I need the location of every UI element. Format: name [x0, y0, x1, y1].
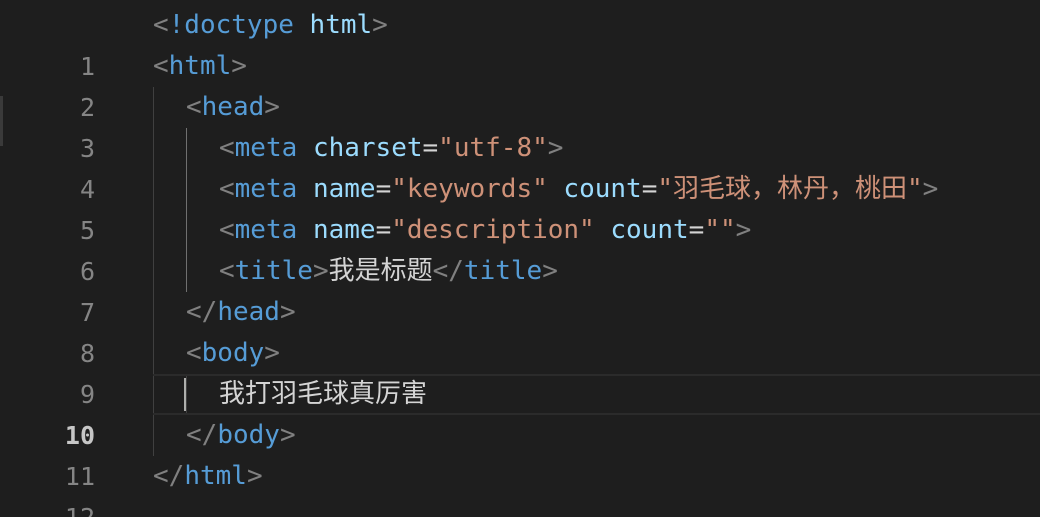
line-content: </html> [153, 456, 263, 497]
code-line[interactable]: 1 <!doctype html> [0, 5, 1040, 81]
code-line[interactable]: 9 <body> [0, 333, 1040, 409]
tag-name: title [463, 256, 543, 286]
tag-name: meta [234, 215, 298, 245]
tag-name: body [217, 420, 280, 450]
code-line[interactable]: 7 <title>我是标题</title> [0, 251, 1040, 327]
tag-name: html [168, 51, 232, 81]
code-line[interactable]: 11 </body> [0, 415, 1040, 491]
line-content: 我打羽毛球真厉害 [219, 376, 427, 413]
punctuation: > [264, 92, 280, 122]
line-content: <body> [186, 333, 280, 374]
line-content: <title>我是标题</title> [219, 251, 558, 292]
equals-sign: = [375, 215, 392, 245]
tag-name: meta [234, 174, 298, 204]
punctuation: </ [186, 297, 218, 327]
punctuation: < [186, 92, 202, 122]
line-content: <head> [186, 87, 280, 128]
attribute-name: count [610, 215, 689, 245]
punctuation: > [231, 51, 247, 81]
tag-name: html [184, 461, 247, 491]
attribute-name: name [312, 174, 376, 204]
punctuation: > [264, 338, 280, 368]
punctuation: > [279, 420, 296, 450]
tag-name: head [217, 297, 280, 327]
attribute-value: "" [704, 215, 736, 245]
code-line[interactable]: 12 </html> [0, 456, 1040, 517]
equals-sign: = [375, 174, 392, 204]
tag-name: body [201, 338, 265, 368]
punctuation: < [153, 10, 169, 40]
equals-sign: = [422, 133, 439, 163]
code-line[interactable]: 6 <meta name="description" count=""> [0, 210, 1040, 286]
tag-name: title [234, 256, 313, 286]
code-line[interactable]: 4 <meta charset="utf-8"> [0, 128, 1040, 204]
line-content: <meta charset="utf-8"> [219, 128, 563, 169]
punctuation: < [219, 256, 235, 286]
attribute-name: charset [312, 133, 423, 163]
punctuation: > [372, 10, 388, 40]
punctuation: > [312, 256, 329, 286]
code-line[interactable]: 2 <html> [0, 46, 1040, 122]
attribute-value: "羽毛球，林丹，桃田" [657, 174, 923, 204]
attribute-value: "utf-8" [438, 133, 548, 163]
punctuation: > [547, 133, 564, 163]
equals-sign: = [641, 174, 658, 204]
text-cursor [184, 378, 186, 411]
punctuation: </ [186, 420, 218, 450]
punctuation: > [922, 174, 939, 204]
punctuation: </ [153, 461, 185, 491]
attribute-name: count [563, 174, 642, 204]
code-line[interactable]: 3 <head> [0, 87, 1040, 163]
body-text: 我打羽毛球真厉害 [219, 379, 428, 409]
code-line[interactable]: 8 </head> [0, 292, 1040, 368]
current-code-line[interactable]: 我打羽毛球真厉害 [153, 374, 1040, 415]
punctuation: </ [432, 256, 464, 286]
punctuation: < [219, 215, 235, 245]
attribute-value: "keywords" [391, 174, 548, 204]
attribute-name: name [312, 215, 376, 245]
line-content: <html> [153, 46, 247, 87]
doctype-value: html [309, 10, 373, 40]
punctuation: > [542, 256, 558, 286]
tag-name: head [201, 92, 265, 122]
punctuation: < [219, 174, 235, 204]
line-number: 12 [0, 497, 95, 517]
line-number-row: 10 [0, 374, 140, 450]
code-line[interactable]: 5 <meta name="keywords" count="羽毛球，林丹，桃田… [0, 169, 1040, 245]
tag-name: meta [234, 133, 298, 163]
doctype-keyword: !doctype [168, 10, 294, 40]
line-content: <meta name="keywords" count="羽毛球，林丹，桃田"> [219, 169, 938, 210]
attribute-value: "description" [391, 215, 595, 245]
code-editor[interactable]: 1 <!doctype html> 2 <html> 3 <head> 4 <m… [0, 0, 1040, 517]
punctuation: < [153, 51, 169, 81]
punctuation: > [279, 297, 296, 327]
line-content: </body> [186, 415, 296, 456]
line-content: </head> [186, 292, 296, 333]
line-content: <meta name="description" count=""> [219, 210, 751, 251]
equals-sign: = [688, 215, 705, 245]
punctuation: < [186, 338, 202, 368]
punctuation: > [246, 461, 263, 491]
line-content: <!doctype html> [153, 5, 388, 46]
title-text: 我是标题 [328, 256, 433, 286]
punctuation: < [219, 133, 235, 163]
punctuation: > [735, 215, 752, 245]
